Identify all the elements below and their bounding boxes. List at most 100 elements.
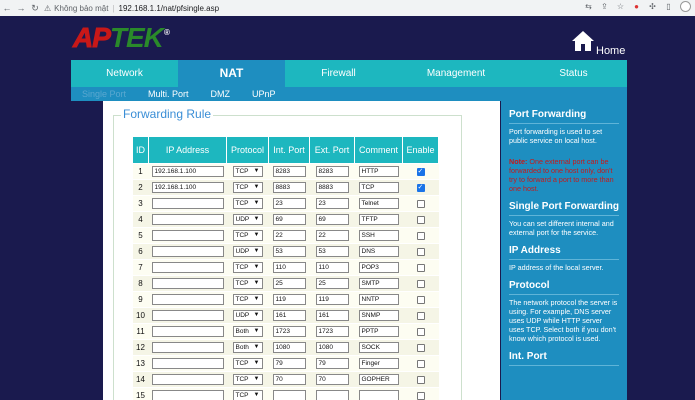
int-port-input[interactable]: 22: [272, 230, 306, 241]
tab-nat[interactable]: NAT: [178, 60, 285, 87]
ext-port-input[interactable]: [315, 390, 349, 400]
ext-port-input[interactable]: 1080: [315, 342, 349, 353]
tab-network[interactable]: Network: [71, 60, 178, 87]
comment-input[interactable]: NNTP: [358, 294, 399, 305]
reload-icon[interactable]: ↻: [28, 3, 42, 14]
subtab-upnp[interactable]: UPnP: [241, 89, 287, 99]
protocol-select[interactable]: UDP ▼: [232, 214, 263, 225]
int-port-input[interactable]: 119: [272, 294, 306, 305]
ip-address-input[interactable]: [151, 390, 224, 400]
comment-input[interactable]: Telnet: [358, 198, 399, 209]
ext-port-input[interactable]: 70: [315, 374, 349, 385]
enable-checkbox[interactable]: [416, 295, 425, 304]
subtab-multi-port[interactable]: Multi. Port: [137, 89, 200, 99]
int-port-input[interactable]: 8283: [272, 166, 306, 177]
enable-checkbox[interactable]: [416, 359, 425, 368]
ip-address-input[interactable]: [151, 310, 224, 321]
ip-address-input[interactable]: [151, 294, 224, 305]
protocol-select[interactable]: TCP ▼: [232, 230, 263, 241]
comment-input[interactable]: GOPHER: [358, 374, 399, 385]
tab-management[interactable]: Management: [392, 60, 520, 87]
int-port-input[interactable]: 1723: [272, 326, 306, 337]
tab-status[interactable]: Status: [520, 60, 627, 87]
ip-address-input[interactable]: [151, 374, 224, 385]
comment-input[interactable]: POP3: [358, 262, 399, 273]
enable-checkbox[interactable]: [416, 247, 425, 256]
star-icon[interactable]: ☆: [616, 2, 625, 12]
extension-icon[interactable]: ●: [632, 2, 641, 12]
ext-port-input[interactable]: 69: [315, 214, 349, 225]
protocol-select[interactable]: TCP ▼: [232, 198, 263, 209]
ext-port-input[interactable]: 79: [315, 358, 349, 369]
ext-port-input[interactable]: 110: [315, 262, 349, 273]
comment-input[interactable]: SOCK: [358, 342, 399, 353]
protocol-select[interactable]: TCP ▼: [232, 374, 263, 385]
sidepanel-icon[interactable]: ▯: [664, 2, 673, 12]
ext-port-input[interactable]: 23: [315, 198, 349, 209]
forward-icon[interactable]: →: [14, 3, 28, 13]
int-port-input[interactable]: 8883: [272, 182, 306, 193]
enable-checkbox[interactable]: [416, 279, 425, 288]
int-port-input[interactable]: 23: [272, 198, 306, 209]
protocol-select[interactable]: UDP ▼: [232, 246, 263, 257]
protocol-select[interactable]: Both ▼: [232, 326, 263, 337]
ext-port-input[interactable]: 22: [315, 230, 349, 241]
enable-checkbox[interactable]: [416, 327, 425, 336]
enable-checkbox[interactable]: [416, 391, 425, 400]
comment-input[interactable]: [358, 390, 399, 400]
comment-input[interactable]: HTTP: [358, 166, 399, 177]
enable-checkbox[interactable]: [416, 199, 425, 208]
int-port-input[interactable]: 79: [272, 358, 306, 369]
protocol-select[interactable]: UDP ▼: [232, 310, 263, 321]
protocol-select[interactable]: TCP ▼: [232, 390, 263, 400]
enable-checkbox[interactable]: [416, 167, 425, 176]
ip-address-input[interactable]: 192.168.1.100: [151, 166, 224, 177]
ext-port-input[interactable]: 119: [315, 294, 349, 305]
home-link[interactable]: Home: [596, 45, 625, 57]
enable-checkbox[interactable]: [416, 375, 425, 384]
int-port-input[interactable]: 25: [272, 278, 306, 289]
comment-input[interactable]: Finger: [358, 358, 399, 369]
back-icon[interactable]: ←: [0, 3, 14, 13]
profile-avatar[interactable]: [680, 1, 691, 12]
protocol-select[interactable]: TCP ▼: [232, 182, 263, 193]
int-port-input[interactable]: 69: [272, 214, 306, 225]
enable-checkbox[interactable]: [416, 343, 425, 352]
url-text[interactable]: 192.168.1.1/nat/pfsingle.asp: [119, 4, 220, 13]
comment-input[interactable]: TCP: [358, 182, 399, 193]
int-port-input[interactable]: 53: [272, 246, 306, 257]
comment-input[interactable]: SSH: [358, 230, 399, 241]
enable-checkbox[interactable]: [416, 231, 425, 240]
ip-address-input[interactable]: [151, 262, 224, 273]
int-port-input[interactable]: [272, 390, 306, 400]
protocol-select[interactable]: TCP ▼: [232, 166, 263, 177]
ext-port-input[interactable]: 25: [315, 278, 349, 289]
enable-checkbox[interactable]: [416, 263, 425, 272]
comment-input[interactable]: SNMP: [358, 310, 399, 321]
aptek-logo[interactable]: AP TEK ®: [73, 22, 170, 54]
ext-port-input[interactable]: 8283: [315, 166, 349, 177]
ext-port-input[interactable]: 8883: [315, 182, 349, 193]
ip-address-input[interactable]: [151, 214, 224, 225]
protocol-select[interactable]: TCP ▼: [232, 294, 263, 305]
enable-checkbox[interactable]: [416, 311, 425, 320]
share-icon[interactable]: ⇪: [600, 2, 609, 12]
ip-address-input[interactable]: [151, 198, 224, 209]
comment-input[interactable]: TFTP: [358, 214, 399, 225]
protocol-select[interactable]: TCP ▼: [232, 358, 263, 369]
ip-address-input[interactable]: [151, 278, 224, 289]
comment-input[interactable]: PPTP: [358, 326, 399, 337]
int-port-input[interactable]: 70: [272, 374, 306, 385]
subtab-dmz[interactable]: DMZ: [200, 89, 242, 99]
enable-checkbox[interactable]: [416, 215, 425, 224]
translate-icon[interactable]: ⇆: [584, 2, 593, 12]
comment-input[interactable]: SMTP: [358, 278, 399, 289]
comment-input[interactable]: DNS: [358, 246, 399, 257]
home-icon[interactable]: [571, 30, 595, 52]
int-port-input[interactable]: 161: [272, 310, 306, 321]
ip-address-input[interactable]: [151, 342, 224, 353]
protocol-select[interactable]: TCP ▼: [232, 262, 263, 273]
protocol-select[interactable]: Both ▼: [232, 342, 263, 353]
ext-port-input[interactable]: 161: [315, 310, 349, 321]
int-port-input[interactable]: 1080: [272, 342, 306, 353]
